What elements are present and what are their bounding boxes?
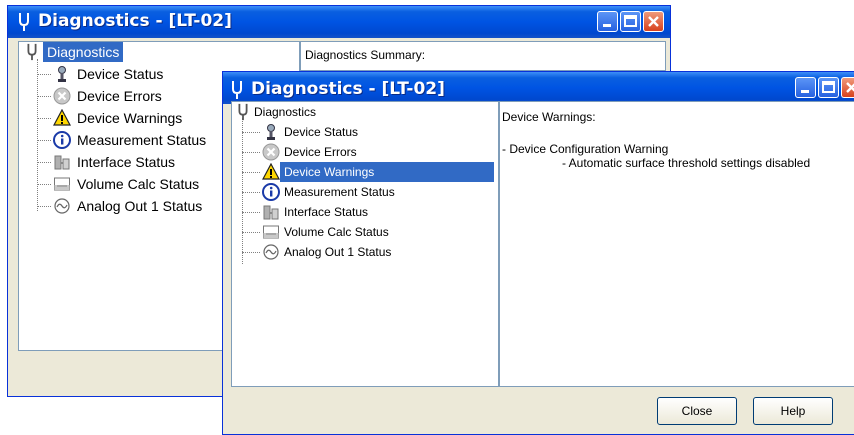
maximize-icon: [624, 15, 637, 27]
tree-root-label: Diagnostics: [43, 42, 124, 62]
tree-branch: [242, 172, 260, 173]
tree-branch: [242, 252, 260, 253]
details-warning-title: - Device Configuration Warning: [502, 142, 669, 156]
probe-icon: [53, 65, 71, 83]
tree-branch: [37, 118, 51, 119]
maximize-icon: [822, 81, 835, 93]
tree-branch: [242, 212, 260, 213]
close-window-button[interactable]: [841, 77, 854, 98]
window-title: Diagnostics - [LT-02]: [251, 79, 445, 99]
info-icon: [53, 131, 71, 149]
close-window-button[interactable]: [643, 11, 664, 32]
tree-branch: [37, 140, 51, 141]
maximize-button[interactable]: [818, 77, 839, 98]
title-bar-back[interactable]: Diagnostics - [LT-02]: [8, 6, 670, 38]
close-icon: [648, 16, 659, 27]
minimize-button[interactable]: [597, 11, 618, 32]
details-warning-detail: - Automatic surface threshold settings d…: [562, 156, 811, 170]
tree-root-diagnostics[interactable]: Diagnostics: [232, 102, 492, 122]
tuning-fork-icon: [232, 81, 242, 99]
error-icon: [53, 87, 71, 105]
tree-branch: [242, 192, 260, 193]
tree-branch: [37, 74, 51, 75]
interface-icon: [262, 203, 280, 221]
tuning-fork-icon: [19, 12, 29, 32]
volume-icon: [262, 223, 280, 241]
tree-item-label: Measurement Status: [284, 185, 395, 199]
tree-item-label: Volume Calc Status: [77, 176, 200, 192]
tree-item-label-selected: Device Warnings: [280, 162, 494, 182]
minimize-icon: [603, 24, 611, 27]
tree-branch: [242, 232, 260, 233]
maximize-button[interactable]: [620, 11, 641, 32]
tree-item-label: Device Warnings: [77, 110, 183, 126]
tree-root-diagnostics[interactable]: Diagnostics: [21, 42, 291, 62]
tree-item-analog-out-status[interactable]: Analog Out 1 Status: [232, 242, 492, 262]
tree-item-label: Interface Status: [284, 205, 369, 219]
warning-icon: [53, 109, 71, 127]
help-button[interactable]: Help: [753, 397, 833, 425]
error-icon: [262, 143, 280, 161]
close-button[interactable]: Close: [657, 397, 737, 425]
details-header: Device Warnings:: [502, 110, 596, 124]
tree-item-device-errors[interactable]: Device Errors: [232, 142, 492, 162]
volume-icon: [53, 175, 71, 193]
window-title: Diagnostics - [LT-02]: [38, 11, 232, 31]
tree-branch: [37, 206, 51, 207]
tree-item-interface-status[interactable]: Interface Status: [232, 202, 492, 222]
probe-icon: [262, 123, 280, 141]
minimize-icon: [801, 90, 809, 93]
tree-item-label: Device Status: [284, 125, 359, 139]
tree-item-label: Analog Out 1 Status: [77, 198, 203, 214]
tree-item-device-warnings[interactable]: Device Warnings: [232, 162, 494, 182]
tree-item-label: Device Errors: [284, 145, 357, 159]
tree-item-device-status[interactable]: Device Status: [232, 122, 492, 142]
info-icon: [262, 183, 280, 201]
analog-out-icon: [262, 243, 280, 261]
tree-item-label: Volume Calc Status: [284, 225, 389, 239]
warning-icon: [262, 163, 280, 181]
tree-root-label: Diagnostics: [254, 105, 317, 119]
minimize-button[interactable]: [795, 77, 816, 98]
tree-item-label: Device Errors: [77, 88, 162, 104]
analog-out-icon: [53, 197, 71, 215]
tree-branch: [242, 132, 260, 133]
tree-item-label: Device Status: [77, 66, 164, 82]
tree-item-label: Analog Out 1 Status: [284, 245, 392, 259]
tree-branch: [37, 96, 51, 97]
title-bar-front[interactable]: Diagnostics - [LT-02]: [223, 72, 854, 104]
tree-item-label: Interface Status: [77, 154, 176, 170]
interface-icon: [53, 153, 71, 171]
tree-item-volume-calc-status[interactable]: Volume Calc Status: [232, 222, 492, 242]
details-pane: Device Warnings: - Device Configuration …: [499, 101, 854, 387]
tree-branch: [37, 162, 51, 163]
diagnostics-tree-front[interactable]: Diagnostics Device Status Device Errors …: [231, 101, 499, 387]
close-icon: [846, 82, 854, 93]
tree-branch: [242, 152, 260, 153]
diagnostics-window-front[interactable]: Diagnostics - [LT-02] Diagnostics Device…: [222, 71, 854, 435]
summary-header: Diagnostics Summary:: [305, 48, 426, 62]
tree-branch: [37, 184, 51, 185]
tree-item-measurement-status[interactable]: Measurement Status: [232, 182, 492, 202]
summary-pane-back: Diagnostics Summary:: [300, 41, 666, 71]
tree-item-label: Measurement Status: [77, 132, 207, 148]
tuning-fork-icon: [23, 43, 41, 61]
